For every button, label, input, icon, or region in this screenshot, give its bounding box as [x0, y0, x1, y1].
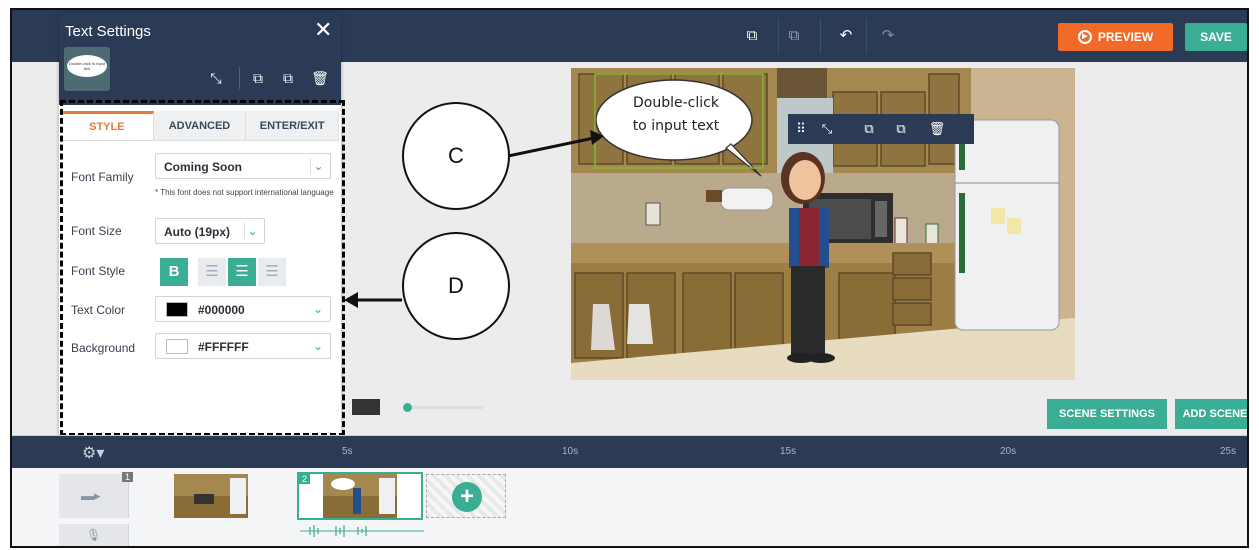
copy-icon[interactable]: ⧉ — [249, 69, 267, 87]
bubble-line-2: to input text — [632, 118, 720, 134]
copy-icon[interactable]: ⧉ — [742, 26, 762, 46]
chevron-down-icon: ⌄ — [244, 223, 260, 239]
paste-icon[interactable]: ⧉ — [892, 120, 910, 138]
scene-settings-button[interactable]: SCENE SETTINGS — [1047, 399, 1167, 429]
timeline-ruler: ⚙▾ 5s 10s 15s 20s 25s — [12, 436, 1247, 468]
preview-label: PREVIEW — [1097, 30, 1154, 44]
plus-icon[interactable]: + — [452, 482, 482, 512]
audio-track-label: 🎙 — [59, 524, 129, 546]
clip-number: 1 — [122, 472, 134, 482]
delete-icon[interactable]: 🗑 — [928, 120, 946, 138]
tick-label: 5s — [342, 446, 353, 457]
tick-label: 15s — [780, 446, 797, 457]
tick-label: 10s — [562, 446, 579, 457]
font-size-label: Font Size — [71, 224, 122, 238]
audio-waveform[interactable] — [300, 524, 424, 538]
bubble-line-1: Double-click — [633, 95, 719, 111]
app-window: ⧉ ⧉ ↶ ↷ ▶ PREVIEW SAVE Double-click to i… — [10, 8, 1249, 548]
add-scene-slot[interactable]: + — [426, 474, 506, 518]
camera-icon: ▬▸ — [81, 488, 101, 503]
tab-enter-exit[interactable]: ENTER/EXIT — [246, 111, 340, 140]
toolbar-divider — [866, 18, 867, 54]
scene-clip[interactable] — [174, 474, 248, 518]
tick-label: 20s — [1000, 446, 1017, 457]
align-right-icon[interactable]: ☰ — [258, 258, 286, 286]
paste-icon[interactable]: ⧉ — [279, 69, 297, 87]
text-color-value: #000000 — [198, 303, 245, 317]
scene-thumbnail-icon[interactable] — [352, 399, 380, 415]
scene-clip-selected[interactable]: 2 — [297, 472, 423, 520]
drag-handle-icon[interactable]: ⠿ — [792, 120, 810, 138]
font-style-label: Font Style — [71, 264, 126, 278]
resize-icon[interactable]: ⤡ — [818, 120, 836, 138]
tab-style[interactable]: STYLE — [61, 111, 154, 140]
chevron-down-icon: ⌄ — [310, 158, 326, 174]
preview-button[interactable]: ▶ PREVIEW — [1058, 23, 1173, 51]
delete-icon[interactable]: 🗑 — [311, 69, 329, 87]
font-family-value: Coming Soon — [164, 160, 242, 174]
text-color-label: Text Color — [71, 303, 126, 317]
panel-title: Text Settings — [65, 23, 151, 40]
undo-icon[interactable]: ↶ — [836, 26, 856, 46]
align-left-icon[interactable]: ☰ — [198, 258, 226, 286]
zoom-slider-handle[interactable] — [403, 403, 412, 412]
settings-tabs: STYLE ADVANCED ENTER/EXIT — [61, 111, 340, 141]
timeline: ⚙▾ 5s 10s 15s 20s 25s ▬▸ 🎙 1 2 + — [12, 435, 1247, 546]
toolbar-divider — [820, 18, 821, 54]
text-color-swatch — [166, 302, 188, 317]
save-button[interactable]: SAVE — [1185, 23, 1247, 51]
chevron-down-icon: ⌄ — [312, 302, 324, 316]
font-note: * This font does not support internation… — [155, 188, 334, 197]
thumbnail-bubble: Double-click to input text — [67, 55, 107, 77]
resize-icon[interactable]: ⤡ — [207, 69, 225, 87]
chevron-down-icon: ⌄ — [312, 339, 324, 353]
font-size-value: Auto (19px) — [164, 225, 230, 239]
tick-label: 25s — [1220, 446, 1237, 457]
video-track-label: ▬▸ — [59, 474, 129, 518]
font-size-select[interactable]: Auto (19px) ⌄ — [155, 218, 265, 244]
header-divider — [239, 67, 240, 89]
background-color-swatch — [166, 339, 188, 354]
zoom-slider[interactable] — [403, 403, 483, 412]
object-toolbar: ⠿ ⤡ ⧉ ⧉ 🗑 — [788, 114, 974, 144]
gear-icon[interactable]: ⚙▾ — [82, 443, 104, 463]
clip-number: 2 — [299, 474, 311, 484]
text-settings-panel: Text Settings ✕ Double-click to input te… — [59, 13, 341, 438]
font-family-label: Font Family — [71, 170, 134, 184]
callout-arrows — [344, 130, 604, 308]
copy-icon[interactable]: ⧉ — [860, 120, 878, 138]
tab-advanced[interactable]: ADVANCED — [153, 111, 247, 140]
panel-header: Text Settings ✕ Double-click to input te… — [59, 13, 341, 105]
text-thumbnail: Double-click to input text — [64, 47, 110, 91]
background-label: Background — [71, 341, 136, 355]
paste-icon[interactable]: ⧉ — [784, 26, 804, 46]
speech-bubble-text[interactable]: Double-click to input text — [611, 92, 741, 138]
microphone-icon: 🎙 — [86, 528, 102, 542]
redo-icon[interactable]: ↷ — [878, 26, 898, 46]
text-color-select[interactable]: #000000 ⌄ — [155, 296, 331, 322]
clip-thumbnail — [174, 474, 248, 518]
background-color-select[interactable]: #FFFFFF ⌄ — [155, 333, 331, 359]
font-family-select[interactable]: Coming Soon ⌄ — [155, 153, 331, 179]
toolbar-divider — [778, 18, 779, 54]
clip-thumbnail — [323, 474, 397, 518]
add-scene-button[interactable]: ADD SCENE — [1175, 399, 1247, 429]
play-icon: ▶ — [1077, 30, 1092, 44]
close-icon[interactable]: ✕ — [314, 17, 332, 43]
bold-button[interactable]: B — [160, 258, 188, 286]
background-color-value: #FFFFFF — [198, 340, 249, 354]
align-center-icon[interactable]: ☰ — [228, 258, 256, 286]
